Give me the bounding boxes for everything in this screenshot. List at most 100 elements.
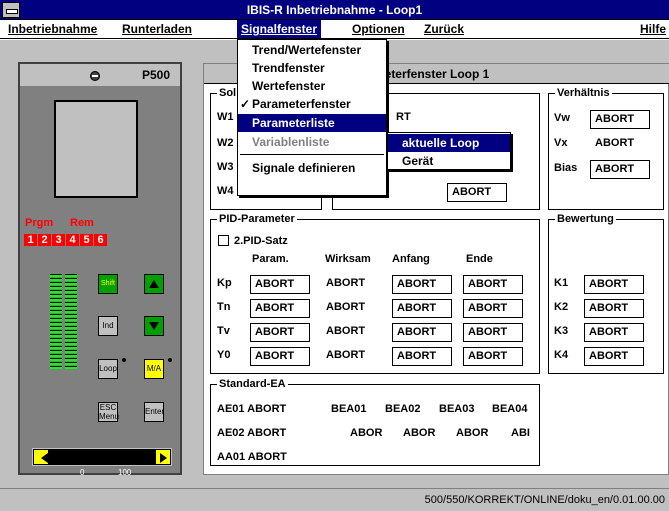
system-menu-icon[interactable] [2,2,20,18]
ind-button[interactable]: Ind [98,316,118,336]
pid-row-label-tn: Tn [217,301,231,313]
bargraph-segment [50,318,62,321]
bargraph-segment [65,314,77,317]
sollwert-label-w3: W3 [217,161,234,173]
pid-value-wirksam: ABORT [326,277,366,289]
pid-field-anfang[interactable]: ABORT [392,323,452,342]
sollwert-group-title: Sol [217,87,239,99]
bargraph-segment [50,354,62,357]
pid-field-ende[interactable]: ABORT [463,347,523,366]
bargraph-left [50,274,62,370]
pid-field-param[interactable]: ABORT [250,323,310,342]
pid-field-ende[interactable]: ABORT [463,299,523,318]
up-arrow-button[interactable] [144,274,164,294]
bargraph-segment [65,286,77,289]
window-title: IBIS-R Inbetriebnahme - Loop1 [246,3,423,17]
pid-field-ende[interactable]: ABORT [463,323,523,342]
rem-label: Rem [70,217,94,229]
pid-field-param[interactable]: ABORT [250,347,310,366]
pid-field-param[interactable]: ABORT [250,275,310,294]
status-text: 500/550/KORREKT/ONLINE/doku_en/0.01.00.0… [424,494,665,506]
sollwert-label-w2: W2 [217,137,234,149]
bewertung-label-k1: K1 [554,277,569,289]
bargraph-segment [65,274,77,277]
menu-signalfenster[interactable]: Signalfenster [237,20,322,38]
bargraph-segment [65,306,77,309]
bea-value: ABOR [403,427,436,439]
verhaeltnis-label-vx: Vx [554,137,568,149]
pid-set-checkbox[interactable] [218,235,229,246]
menu-item-parameterliste[interactable]: Parameterliste [238,114,386,132]
menu-item-trendfenster[interactable]: Trendfenster [238,59,386,77]
application-window: IBIS-R Inbetriebnahme - Loop1 Inbetriebn… [0,0,669,511]
bewertung-field-k4[interactable]: ABORT [584,347,644,366]
bargraph-segment [65,278,77,281]
pid-field-anfang[interactable]: ABORT [392,299,452,318]
verhaeltnis-field-bias[interactable]: ABORT [590,160,650,179]
bargraph-segment [65,354,77,357]
bargraph-segment [50,278,62,281]
parameterliste-submenu: aktuelle Loop Gerät [387,132,511,170]
menu-runterladen[interactable]: Runterladen [118,20,196,38]
mid-field[interactable]: ABORT [447,183,507,202]
bea-header-bea04: BEA04 [492,403,528,415]
bargraph-segment [50,282,62,285]
prgm-label: Prgm [25,217,54,229]
bargraph-segment [50,346,62,349]
bargraph-segment [50,338,62,341]
program-number: 4 [66,234,79,246]
submenu-item-aktuelleloop[interactable]: aktuelle Loop [388,134,510,152]
esc-menu-button[interactable]: ESC Menu [98,402,119,422]
bargraph-segment [65,362,77,365]
bargraph-segment [50,342,62,345]
status-led-icon [90,71,100,81]
bewertung-field-k1[interactable]: ABORT [584,275,644,294]
program-number: 2 [38,234,51,246]
left-arrow-button[interactable] [33,449,49,465]
pid-header-ende: Ende [466,253,493,265]
pid-field-ende[interactable]: ABORT [463,275,523,294]
bargraph-segment [50,362,62,365]
bargraph-segment [50,350,62,353]
bewertung-field-k3[interactable]: ABORT [584,323,644,342]
bargraph-segment [50,366,62,369]
standard-ea-row: AE01 ABORT [217,403,287,415]
bargraph-segment [65,338,77,341]
bargraph-segment [50,286,62,289]
down-arrow-button[interactable] [144,316,164,336]
menu-zurck[interactable]: Zurück [420,20,468,38]
bargraph-segment [50,314,62,317]
device-panel: P500 Prgm Rem 123456 Shift Ind Loop M/A … [18,62,182,477]
bargraph-segment [65,302,77,305]
pid-field-param[interactable]: ABORT [250,299,310,318]
bea-header-bea01: BEA01 [331,403,367,415]
sollwert-label-w1: W1 [217,111,234,123]
right-arrow-button[interactable] [155,449,171,465]
manual-auto-button[interactable]: M/A [144,359,164,379]
menu-optionen[interactable]: Optionen [348,20,409,38]
menu-item-parameterfenster[interactable]: Parameterfenster [238,95,386,113]
pid-field-anfang[interactable]: ABORT [392,275,452,294]
enter-button[interactable]: Enter [144,402,164,422]
program-number: 5 [80,234,93,246]
output-bar [32,448,172,466]
scale-min: 0 [80,468,85,477]
check-mark-icon: ✓ [240,97,251,111]
bargraph-segment [50,302,62,305]
bargraph-segment [65,290,77,293]
verhaeltnis-field-vw[interactable]: ABORT [590,110,650,129]
pid-field-anfang[interactable]: ABORT [392,347,452,366]
menu-item-wertefenster[interactable]: Wertefenster [238,77,386,95]
mid-value: RT [396,111,411,123]
bargraph-segment [65,346,77,349]
submenu-item-gert[interactable]: Gerät [388,152,510,170]
bewertung-field-k2[interactable]: ABORT [584,299,644,318]
menu-hilfe[interactable]: Hilfe [636,20,669,38]
verhaeltnis-label-vw: Vw [554,112,570,124]
menu-inbetriebnahme[interactable]: Inbetriebnahme [4,20,101,38]
menu-item-signaledefinieren[interactable]: Signale definieren [238,159,386,177]
loop-button[interactable]: Loop [98,359,118,379]
menu-item-trendwertefenster[interactable]: Trend/Wertefenster [238,41,386,59]
shift-button[interactable]: Shift [98,274,118,294]
program-number: 1 [24,234,37,246]
